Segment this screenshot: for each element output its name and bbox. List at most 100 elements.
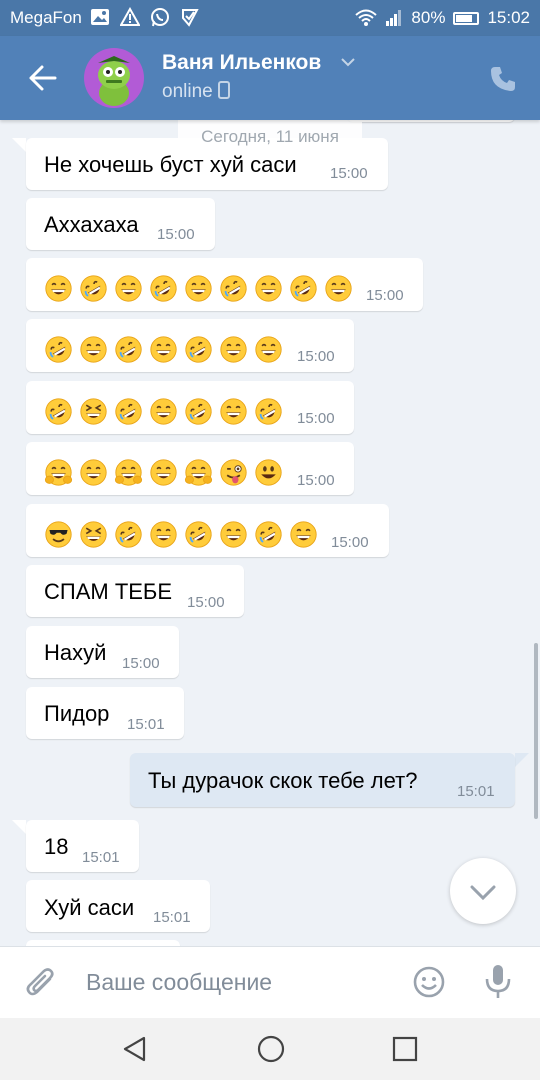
message-text: Хуй саси: [44, 895, 135, 920]
clock: 15:02: [487, 8, 530, 27]
back-arrow-icon: [29, 65, 57, 91]
message-time: 15:00: [366, 287, 404, 304]
grin-emoji-icon: [220, 521, 247, 548]
message-bubble[interactable]: 15:00: [26, 442, 354, 495]
microphone-icon[interactable]: [484, 963, 512, 1001]
battery-icon: [453, 11, 480, 25]
message-bubble[interactable]: 15:00: [26, 504, 389, 557]
message-time: 15:01: [127, 716, 165, 733]
wink-tongue-emoji-icon: [220, 459, 247, 486]
chevron-down-icon: [470, 885, 496, 901]
chevron-down-icon[interactable]: [340, 56, 356, 68]
message-bubble[interactable]: Аххахаха 15:00: [26, 198, 215, 250]
carrier-name: MegaFon: [10, 8, 82, 27]
rofl-emoji-icon: [185, 521, 212, 548]
avatar[interactable]: [84, 48, 144, 108]
message-text: 18: [44, 834, 69, 859]
phone-icon[interactable]: [488, 64, 518, 94]
hug-emoji-icon: [114, 459, 143, 486]
grin-emoji-icon: [325, 275, 352, 302]
rofl-emoji-icon: [45, 398, 72, 425]
rofl-emoji-icon: [290, 275, 317, 302]
message-time: 15:00: [187, 594, 225, 611]
nav-home-icon[interactable]: [256, 1034, 286, 1064]
status-bar: MegaFon 80% 15:02: [0, 0, 540, 36]
message-bubble: [347, 120, 515, 122]
message-time: 15:00: [297, 410, 335, 427]
grin-emoji-icon: [150, 521, 177, 548]
squint-emoji-icon: [80, 398, 107, 425]
back-button[interactable]: [22, 56, 66, 100]
grin-emoji-icon: [185, 275, 212, 302]
emoji-row: [44, 397, 283, 426]
message-bubble[interactable]: 15:00: [26, 319, 354, 372]
emoji-icon[interactable]: [412, 965, 446, 999]
emoji-row: [44, 458, 283, 487]
message-text: Не хочешь буст хуй саси: [44, 152, 297, 177]
chat-header: Ваня Ильенков online: [0, 36, 540, 120]
hug-emoji-icon: [44, 459, 73, 486]
message-time: 15:00: [330, 165, 368, 182]
message-text: СПАМ ТЕБЕ: [44, 579, 173, 604]
date-divider: Сегодня, 11 июня: [178, 120, 362, 154]
message-bubble[interactable]: 15:00: [26, 381, 354, 434]
contact-status: online: [162, 81, 230, 103]
sunglasses-emoji-icon: [45, 521, 72, 548]
rofl-emoji-icon: [115, 521, 142, 548]
message-input[interactable]: [86, 965, 386, 999]
wifi-icon: [355, 9, 378, 26]
message-bubble[interactable]: 18 15:01: [26, 820, 139, 872]
squint-emoji-icon: [80, 521, 107, 548]
rofl-emoji-icon: [115, 336, 142, 363]
smile-emoji-icon: [255, 459, 282, 486]
contact-name[interactable]: Ваня Ильенков: [162, 51, 321, 75]
whatsapp-icon: [151, 8, 169, 27]
message-bubble-outgoing[interactable]: Ты дурачок скок тебе лет? 15:01: [130, 753, 515, 807]
mobile-icon: [218, 81, 230, 99]
alert-icon: [120, 7, 140, 26]
message-time: 15:00: [122, 655, 160, 672]
rofl-emoji-icon: [80, 275, 107, 302]
grin-emoji-icon: [255, 275, 282, 302]
hug-emoji-icon: [184, 459, 213, 486]
message-time: 15:00: [297, 348, 335, 365]
message-time: 15:00: [157, 226, 195, 243]
message-bubble[interactable]: Пидор 15:01: [26, 687, 184, 739]
message-time: 15:01: [82, 849, 120, 866]
message-time: 15:00: [331, 534, 369, 551]
rofl-emoji-icon: [115, 398, 142, 425]
grin-emoji-icon: [45, 275, 72, 302]
message-bubble[interactable]: Нахуй 15:00: [26, 626, 179, 678]
rofl-emoji-icon: [185, 398, 212, 425]
message-text: Пидор: [44, 701, 110, 726]
grin-emoji-icon: [220, 398, 247, 425]
composer: [0, 946, 540, 1019]
scroll-down-button[interactable]: [450, 858, 516, 924]
check-icon: [182, 9, 199, 27]
grin-emoji-icon: [80, 336, 107, 363]
message-time: 15:00: [297, 472, 335, 489]
grin-emoji-icon: [220, 336, 247, 363]
message-list[interactable]: Не хочешь буст хуй саси 15:00 Сегодня, 1…: [0, 120, 540, 946]
message-text: Ты дурачок скок тебе лет?: [148, 768, 418, 793]
attach-icon[interactable]: [24, 965, 58, 1001]
grin-emoji-icon: [80, 459, 107, 486]
message-text: Нахуй: [44, 640, 107, 665]
rofl-emoji-icon: [220, 275, 247, 302]
message-text: Аххахаха: [44, 212, 139, 237]
grin-emoji-icon: [150, 398, 177, 425]
grin-emoji-icon: [290, 521, 317, 548]
nav-recent-icon[interactable]: [392, 1036, 418, 1062]
grin-emoji-icon: [255, 336, 282, 363]
message-bubble[interactable]: Хуй саси 15:01: [26, 880, 210, 932]
emoji-row: [44, 335, 283, 364]
system-nav-bar: [0, 1018, 540, 1080]
message-time: 15:01: [153, 909, 191, 926]
scrollbar[interactable]: [534, 643, 538, 819]
signal-icon: [386, 10, 402, 26]
message-time: 15:01: [457, 783, 495, 800]
grin-emoji-icon: [150, 336, 177, 363]
message-bubble[interactable]: 15:00: [26, 258, 423, 311]
nav-back-icon[interactable]: [120, 1034, 150, 1064]
message-bubble[interactable]: СПАМ ТЕБЕ 15:00: [26, 565, 244, 617]
